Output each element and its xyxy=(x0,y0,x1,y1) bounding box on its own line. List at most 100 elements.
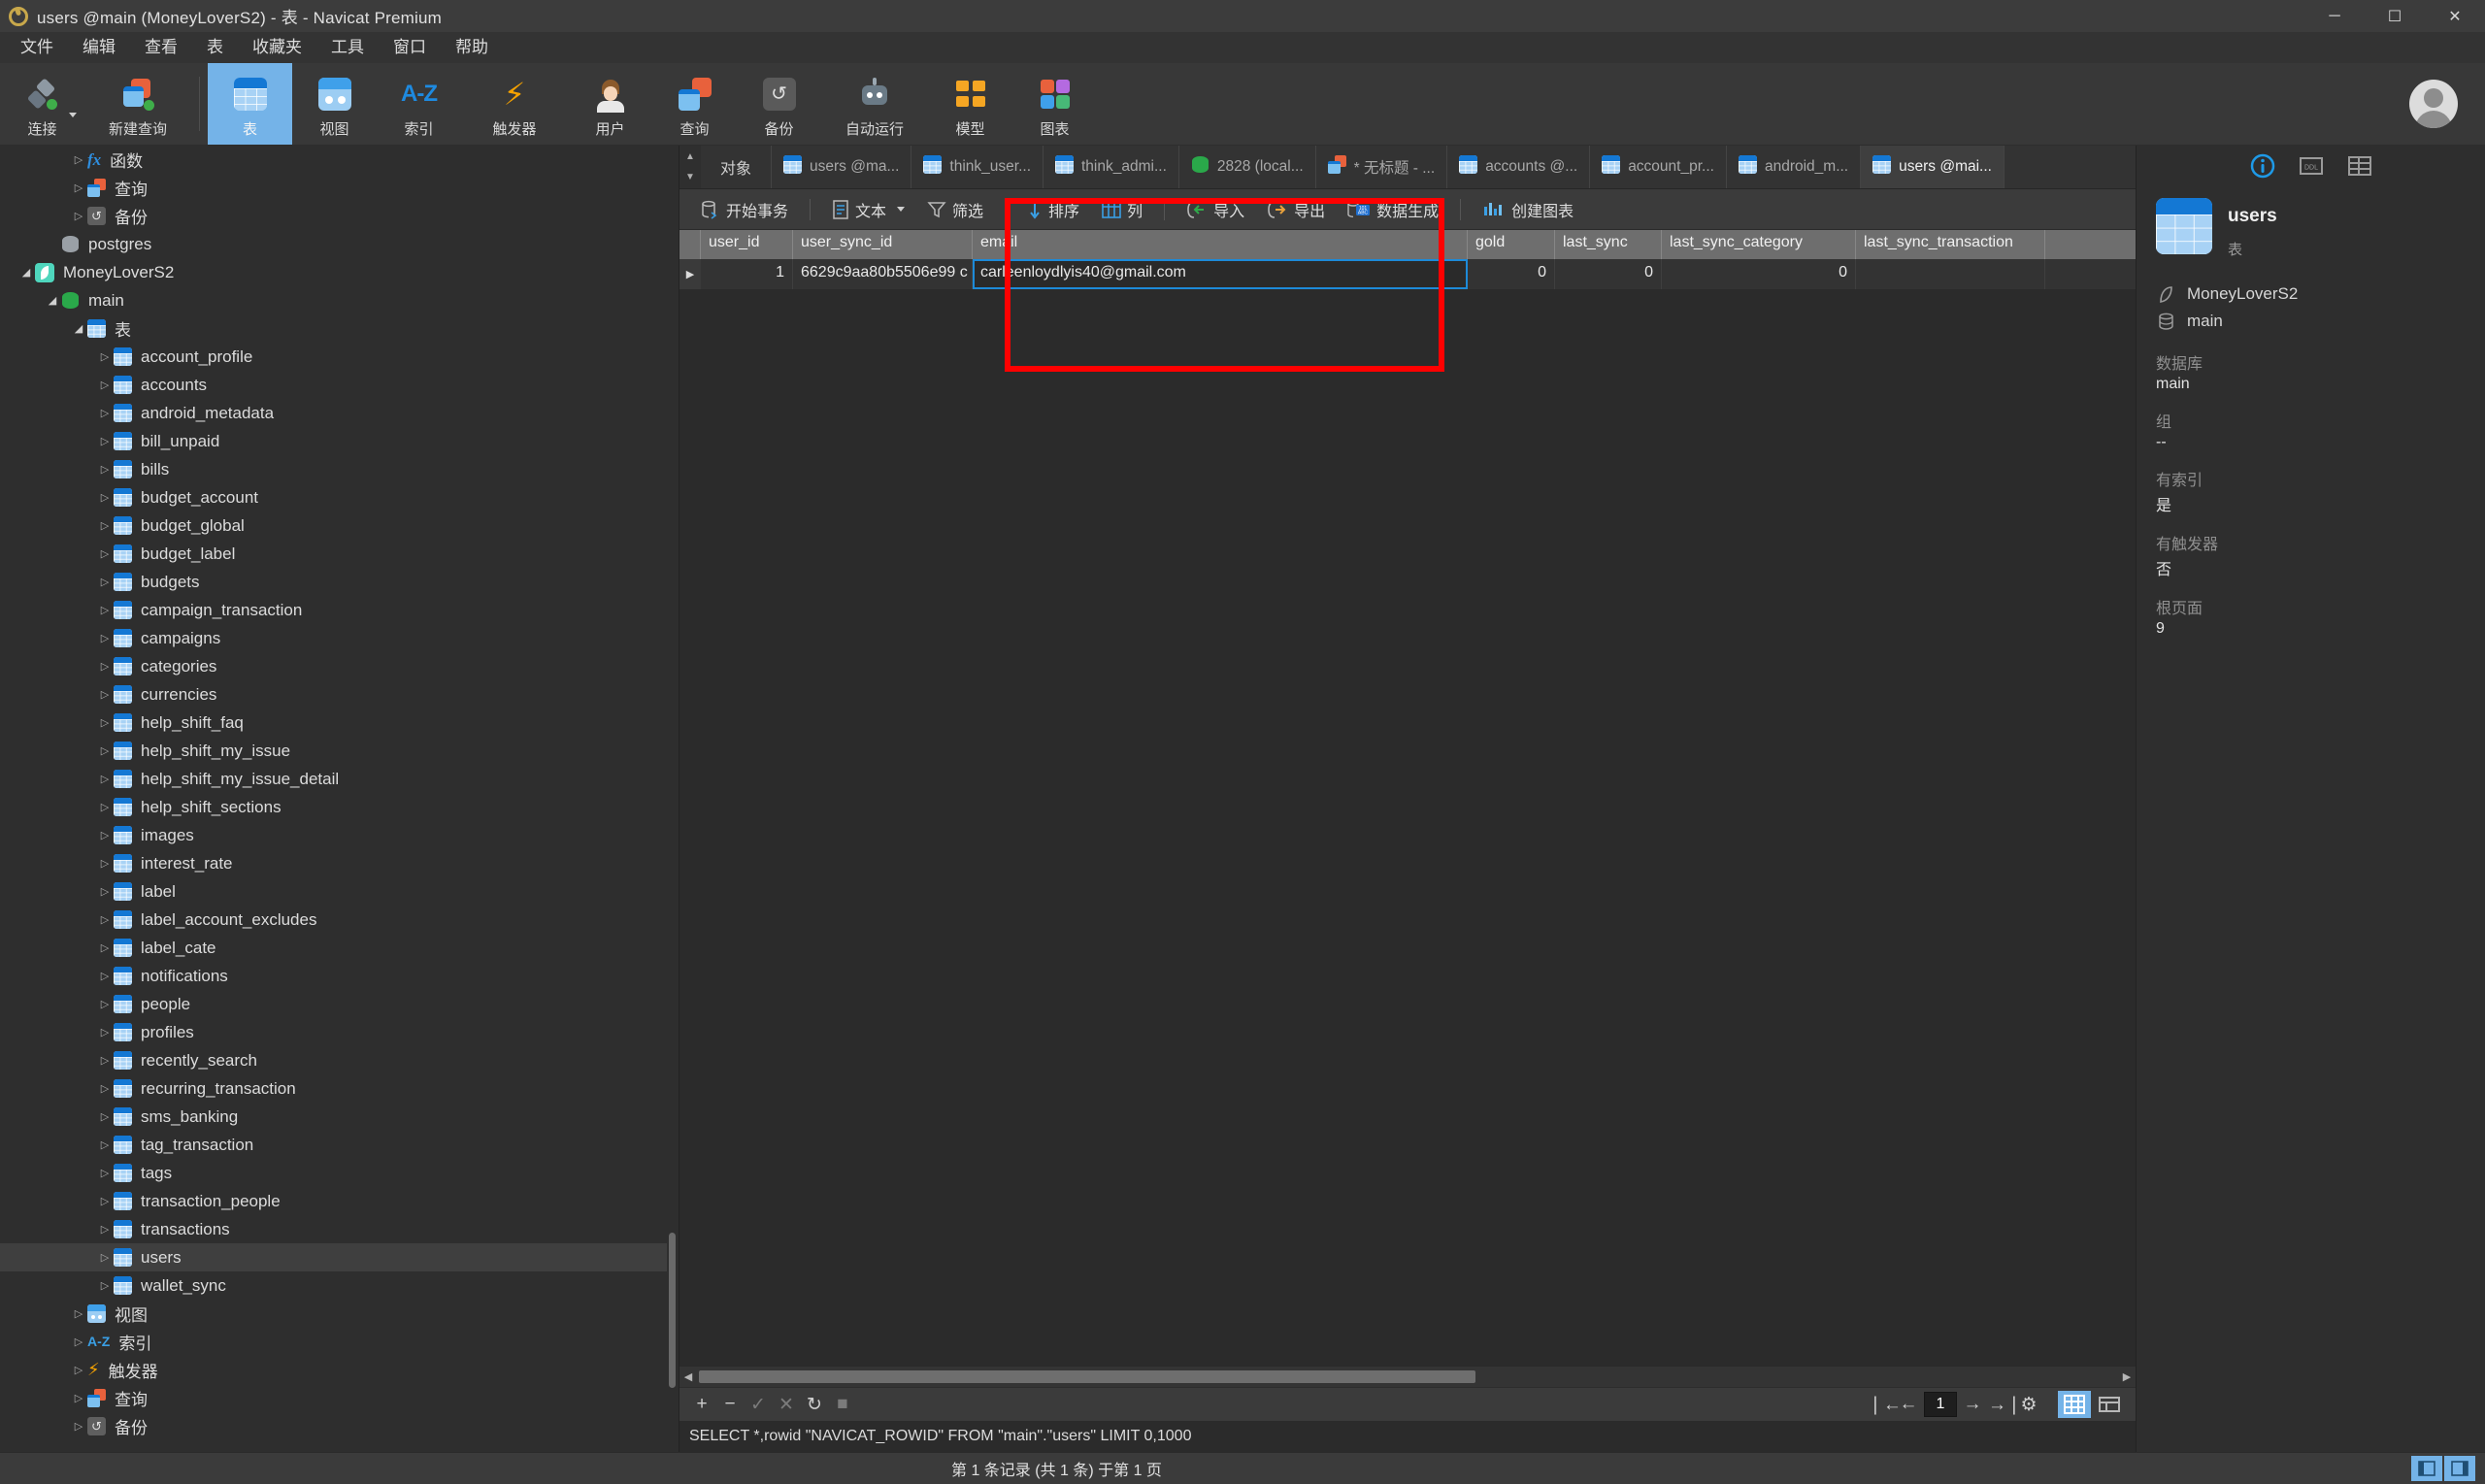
chevron-down-icon[interactable] xyxy=(69,113,77,117)
tab-item[interactable]: android_m... xyxy=(1727,146,1862,188)
page-number-input[interactable]: 1 xyxy=(1924,1392,1957,1417)
grid-view-button[interactable] xyxy=(2058,1391,2091,1418)
chevron-right-icon[interactable]: ▷ xyxy=(96,660,114,673)
tree-node-transactions[interactable]: ▷ transactions xyxy=(0,1215,667,1243)
menu-file[interactable]: 文件 xyxy=(6,33,68,62)
chevron-right-icon[interactable]: ▷ xyxy=(96,632,114,644)
maximize-button[interactable]: ☐ xyxy=(2365,0,2425,32)
sort-button[interactable]: 排序 xyxy=(1017,193,1089,226)
chevron-right-icon[interactable]: ▷ xyxy=(96,829,114,841)
chevron-down-icon[interactable]: ◢ xyxy=(17,266,35,279)
tree-node-main[interactable]: ◢ main xyxy=(0,286,667,314)
import-button[interactable]: 导入 xyxy=(1176,193,1254,226)
stop-button[interactable]: ■ xyxy=(830,1394,855,1415)
toolbar-connection[interactable]: 连接 xyxy=(0,63,84,145)
chevron-right-icon[interactable]: ▷ xyxy=(96,1026,114,1039)
tree-node-postgres[interactable]: postgres xyxy=(0,230,667,258)
chevron-right-icon[interactable]: ▷ xyxy=(96,1251,114,1264)
toolbar-automation[interactable]: 自动运行 xyxy=(821,63,928,145)
ddl-tab[interactable]: DDL xyxy=(2297,153,2326,179)
data-generation-button[interactable]: 101 ABC 数据生成 xyxy=(1338,193,1448,226)
chevron-right-icon[interactable]: ▷ xyxy=(96,857,114,870)
chevron-down-icon[interactable]: ◢ xyxy=(44,294,61,307)
export-button[interactable]: 导出 xyxy=(1257,193,1335,226)
text-button[interactable]: 文本 xyxy=(822,193,914,226)
tree-node-tags[interactable]: ▷ tags xyxy=(0,1159,667,1187)
apply-change-button[interactable]: ✓ xyxy=(746,1394,771,1416)
chevron-right-icon[interactable]: ▷ xyxy=(70,210,87,222)
tab-item[interactable]: * 无标题 - ... xyxy=(1316,146,1448,188)
user-avatar[interactable] xyxy=(2409,80,2458,128)
toolbar-trigger[interactable]: ⚡ 触发器 xyxy=(461,63,568,145)
chevron-right-icon[interactable]: ▷ xyxy=(70,1364,87,1376)
toolbar-view[interactable]: 视图 xyxy=(292,63,377,145)
chevron-right-icon[interactable]: ▷ xyxy=(96,801,114,813)
tree-node-[interactable]: ◢ 表 xyxy=(0,314,667,343)
chevron-right-icon[interactable]: ▷ xyxy=(96,1167,114,1179)
tree-node-users[interactable]: ▷ users xyxy=(0,1243,667,1271)
chevron-down-icon[interactable]: ◢ xyxy=(70,322,87,335)
first-page-button[interactable]: ❘← xyxy=(1868,1394,1902,1416)
tree-node-sms_banking[interactable]: ▷ sms_banking xyxy=(0,1103,667,1131)
chevron-right-icon[interactable]: ▷ xyxy=(96,576,114,588)
toolbar-backup[interactable]: ↺ 备份 xyxy=(737,63,821,145)
toolbar-user[interactable]: 用户 xyxy=(568,63,652,145)
tree-node-help_shift_faq[interactable]: ▷ help_shift_faq xyxy=(0,709,667,737)
tree-node-campaigns[interactable]: ▷ campaigns xyxy=(0,624,667,652)
tree-node-[interactable]: ▷ 视图 xyxy=(0,1300,667,1328)
menu-help[interactable]: 帮助 xyxy=(441,33,503,62)
chevron-right-icon[interactable]: ▷ xyxy=(70,1420,87,1433)
close-button[interactable]: ✕ xyxy=(2425,0,2485,32)
form-view-button[interactable] xyxy=(2093,1391,2126,1418)
chevron-right-icon[interactable]: ▷ xyxy=(96,519,114,532)
menu-table[interactable]: 表 xyxy=(192,33,238,62)
chevron-right-icon[interactable]: ▷ xyxy=(96,1279,114,1292)
cell-editor-input[interactable]: carleenloydlyis40@gmail.com xyxy=(973,259,1468,289)
column-header[interactable]: email xyxy=(973,230,1468,259)
tree-node-help_shift_sections[interactable]: ▷ help_shift_sections xyxy=(0,793,667,821)
table-cell[interactable]: 1 xyxy=(701,259,793,289)
toolbar-query[interactable]: 查询 xyxy=(652,63,737,145)
object-tree[interactable]: ▷ fx 函数 ▷ 查询 ▷ ↺ 备份 postgres ◢ MoneyLoverS2 ◢ main ◢ 表… xyxy=(0,146,667,1452)
tree-node-budget_global[interactable]: ▷ budget_global xyxy=(0,511,667,540)
create-chart-button[interactable]: 创建图表 xyxy=(1473,193,1583,226)
chevron-right-icon[interactable]: ▷ xyxy=(96,998,114,1010)
column-header[interactable]: gold xyxy=(1468,230,1555,259)
chevron-right-icon[interactable]: ▷ xyxy=(96,688,114,701)
toolbar-model[interactable]: 模型 xyxy=(928,63,1012,145)
tab-item[interactable]: think_admi... xyxy=(1044,146,1179,188)
tree-node-bill_unpaid[interactable]: ▷ bill_unpaid xyxy=(0,427,667,455)
tree-node-[interactable]: ▷ 查询 xyxy=(0,174,667,202)
chevron-right-icon[interactable]: ▷ xyxy=(96,970,114,982)
chevron-right-icon[interactable]: ▷ xyxy=(96,1195,114,1207)
refresh-button[interactable]: ↻ xyxy=(802,1394,827,1416)
chevron-right-icon[interactable]: ▷ xyxy=(96,463,114,476)
tree-node-transaction_people[interactable]: ▷ transaction_people xyxy=(0,1187,667,1215)
grid-settings-button[interactable]: ⚙ xyxy=(2016,1394,2041,1416)
columns-button[interactable]: 列 xyxy=(1092,193,1152,226)
menu-favorites[interactable]: 收藏夹 xyxy=(238,33,316,62)
chevron-right-icon[interactable]: ▷ xyxy=(70,1307,87,1320)
chevron-right-icon[interactable]: ▷ xyxy=(96,491,114,504)
next-page-button[interactable]: → xyxy=(1960,1394,1985,1415)
chevron-right-icon[interactable]: ▷ xyxy=(96,716,114,729)
tree-node-budgets[interactable]: ▷ budgets xyxy=(0,568,667,596)
tree-node-account_profile[interactable]: ▷ account_profile xyxy=(0,343,667,371)
menu-window[interactable]: 窗口 xyxy=(379,33,441,62)
chevron-right-icon[interactable]: ▷ xyxy=(70,153,87,166)
tree-node-MoneyLoverS2[interactable]: ◢ MoneyLoverS2 xyxy=(0,258,667,286)
discard-change-button[interactable]: ✕ xyxy=(774,1394,799,1416)
tree-node-label_account_excludes[interactable]: ▷ label_account_excludes xyxy=(0,906,667,934)
tab-item[interactable]: think_user... xyxy=(911,146,1044,188)
chevron-right-icon[interactable]: ▷ xyxy=(96,407,114,419)
last-page-button[interactable]: →❘ xyxy=(1988,1394,2022,1416)
chevron-right-icon[interactable]: ▷ xyxy=(96,1054,114,1067)
table-cell[interactable]: 0 xyxy=(1468,259,1555,289)
chevron-right-icon[interactable]: ▷ xyxy=(96,547,114,560)
tab-item[interactable]: 2828 (local... xyxy=(1179,146,1316,188)
tree-node-campaign_transaction[interactable]: ▷ campaign_transaction xyxy=(0,596,667,624)
tree-node-[interactable]: ▷ ⚡ 触发器 xyxy=(0,1356,667,1384)
menu-view[interactable]: 查看 xyxy=(130,33,192,62)
chevron-right-icon[interactable]: ▷ xyxy=(70,181,87,194)
tab-item[interactable]: users @mai... xyxy=(1861,146,2005,188)
